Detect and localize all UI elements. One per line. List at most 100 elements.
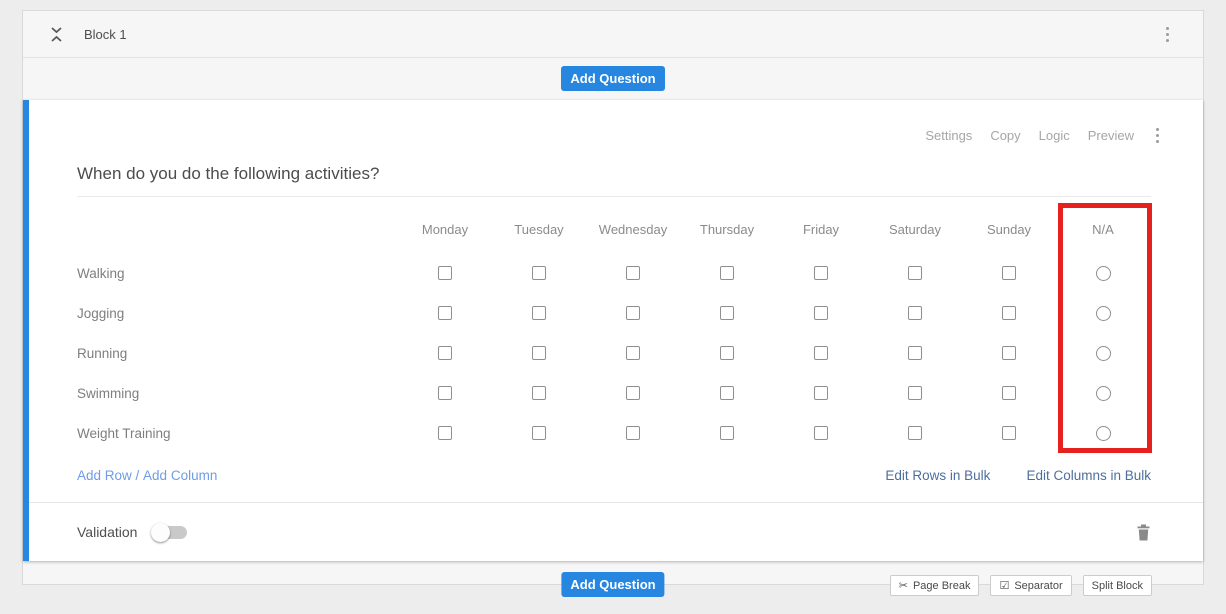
matrix-cell xyxy=(1056,306,1150,321)
matrix-cell xyxy=(868,306,962,320)
question-text[interactable]: When do you do the following activities? xyxy=(77,164,1151,197)
day-checkbox[interactable] xyxy=(814,426,828,440)
day-checkbox[interactable] xyxy=(532,306,546,320)
block-menu-kebab-icon[interactable] xyxy=(1162,23,1173,46)
matrix-row-label[interactable]: Weight Training xyxy=(77,426,398,441)
matrix-cell xyxy=(586,426,680,440)
logic-link[interactable]: Logic xyxy=(1039,128,1070,143)
delete-question-trash-icon[interactable] xyxy=(1136,524,1151,541)
block-title[interactable]: Block 1 xyxy=(84,27,127,42)
day-checkbox[interactable] xyxy=(908,266,922,280)
day-checkbox[interactable] xyxy=(532,266,546,280)
matrix-column-header[interactable]: Tuesday xyxy=(492,222,586,237)
day-checkbox[interactable] xyxy=(626,306,640,320)
matrix-cell xyxy=(962,426,1056,440)
day-checkbox[interactable] xyxy=(720,306,734,320)
add-question-button-top[interactable]: Add Question xyxy=(561,66,664,91)
na-radio[interactable] xyxy=(1096,266,1111,281)
matrix-row-label[interactable]: Swimming xyxy=(77,386,398,401)
day-checkbox[interactable] xyxy=(1002,386,1016,400)
matrix-column-header[interactable]: Friday xyxy=(774,222,868,237)
matrix-cell xyxy=(680,266,774,280)
day-checkbox[interactable] xyxy=(438,306,452,320)
na-radio[interactable] xyxy=(1096,426,1111,441)
separator-button[interactable]: ☑ Separator xyxy=(990,575,1071,596)
settings-link[interactable]: Settings xyxy=(925,128,972,143)
matrix-row-label[interactable]: Jogging xyxy=(77,306,398,321)
matrix-cell xyxy=(680,386,774,400)
day-checkbox[interactable] xyxy=(908,346,922,360)
day-checkbox[interactable] xyxy=(814,346,828,360)
day-checkbox[interactable] xyxy=(814,386,828,400)
matrix-cell xyxy=(868,386,962,400)
day-checkbox[interactable] xyxy=(532,426,546,440)
day-checkbox[interactable] xyxy=(626,266,640,280)
na-radio[interactable] xyxy=(1096,306,1111,321)
matrix-cell xyxy=(398,346,492,360)
collapse-block-icon[interactable] xyxy=(50,26,63,43)
day-checkbox[interactable] xyxy=(626,346,640,360)
page-break-button[interactable]: ✂ Page Break xyxy=(890,575,980,596)
day-checkbox[interactable] xyxy=(720,266,734,280)
day-checkbox[interactable] xyxy=(438,426,452,440)
block-header: Block 1 xyxy=(23,11,1203,58)
na-radio[interactable] xyxy=(1096,386,1111,401)
matrix-column-header[interactable]: Saturday xyxy=(868,222,962,237)
matrix-cell xyxy=(774,346,868,360)
link-separator: / xyxy=(132,468,143,483)
day-checkbox[interactable] xyxy=(908,426,922,440)
matrix-cell xyxy=(586,386,680,400)
day-checkbox[interactable] xyxy=(1002,346,1016,360)
matrix-cell xyxy=(774,426,868,440)
day-checkbox[interactable] xyxy=(720,346,734,360)
day-checkbox[interactable] xyxy=(438,266,452,280)
matrix-row-label[interactable]: Walking xyxy=(77,266,398,281)
day-checkbox[interactable] xyxy=(814,306,828,320)
matrix-cell xyxy=(962,386,1056,400)
day-checkbox[interactable] xyxy=(626,426,640,440)
matrix-column-header[interactable]: Thursday xyxy=(680,222,774,237)
matrix-row-label[interactable]: Running xyxy=(77,346,398,361)
edit-rows-bulk-link[interactable]: Edit Rows in Bulk xyxy=(885,468,990,483)
day-checkbox[interactable] xyxy=(720,386,734,400)
na-radio[interactable] xyxy=(1096,346,1111,361)
matrix-column-header[interactable]: Sunday xyxy=(962,222,1056,237)
day-checkbox[interactable] xyxy=(532,386,546,400)
matrix-body: Walking Jogging Running Swimming Weight Trai… xyxy=(77,253,1151,453)
question-menu-kebab-icon[interactable] xyxy=(1152,124,1163,147)
day-checkbox[interactable] xyxy=(814,266,828,280)
matrix-cell xyxy=(680,346,774,360)
matrix-cell xyxy=(1056,266,1150,281)
day-checkbox[interactable] xyxy=(908,386,922,400)
day-checkbox[interactable] xyxy=(908,306,922,320)
day-checkbox[interactable] xyxy=(532,346,546,360)
matrix-cell xyxy=(586,306,680,320)
preview-link[interactable]: Preview xyxy=(1088,128,1134,143)
matrix-column-header[interactable]: N/A xyxy=(1056,222,1150,237)
edit-columns-bulk-link[interactable]: Edit Columns in Bulk xyxy=(1026,468,1151,483)
question-toolbar: Settings Copy Logic Preview xyxy=(29,100,1203,147)
day-checkbox[interactable] xyxy=(1002,306,1016,320)
day-checkbox[interactable] xyxy=(720,426,734,440)
add-row-link[interactable]: Add Row xyxy=(77,468,132,483)
day-checkbox[interactable] xyxy=(626,386,640,400)
split-block-button[interactable]: Split Block xyxy=(1083,575,1152,596)
matrix-table: MondayTuesdayWednesdayThursdayFridaySatu… xyxy=(77,205,1151,453)
add-question-button-bottom[interactable]: Add Question xyxy=(561,572,664,597)
matrix-cell xyxy=(1056,386,1150,401)
matrix-column-header[interactable]: Monday xyxy=(398,222,492,237)
matrix-cell xyxy=(774,386,868,400)
day-checkbox[interactable] xyxy=(1002,266,1016,280)
add-question-row-top: Add Question xyxy=(23,58,1203,99)
matrix-column-header[interactable]: Wednesday xyxy=(586,222,680,237)
day-checkbox[interactable] xyxy=(438,386,452,400)
copy-link[interactable]: Copy xyxy=(990,128,1020,143)
add-column-link[interactable]: Add Column xyxy=(143,468,217,483)
validation-toggle[interactable] xyxy=(153,526,187,539)
matrix-cell xyxy=(868,426,962,440)
matrix-cell xyxy=(1056,346,1150,361)
day-checkbox[interactable] xyxy=(438,346,452,360)
matrix-cell xyxy=(398,426,492,440)
matrix-cell xyxy=(586,346,680,360)
day-checkbox[interactable] xyxy=(1002,426,1016,440)
